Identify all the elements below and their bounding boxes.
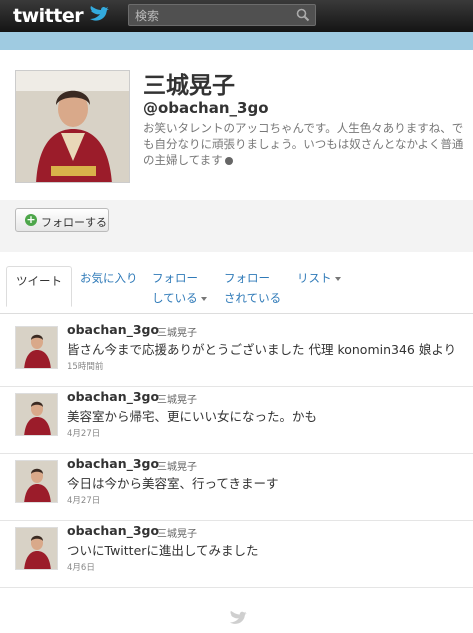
plus-icon: + [25, 213, 37, 226]
tweet-timestamp[interactable]: 4月27日 [67, 494, 100, 506]
twitter-logo[interactable]: twitter [13, 5, 84, 27]
tweet-avatar[interactable] [15, 393, 58, 436]
tweet-timestamp[interactable]: 4月27日 [67, 427, 100, 439]
tab-label: フォロー [152, 271, 198, 285]
tweet-fullname: 三城晃子 [157, 462, 197, 473]
follow-button-label: フォローする [41, 216, 107, 229]
tweet-item[interactable]: obachan_3go 三城晃子 今日は今から美容室、行ってきまーす 4月27日 [0, 454, 473, 521]
search-box [128, 4, 316, 26]
tweet-text: 皆さん今まで応援ありがとうございました 代理 konomin346 娘より [67, 342, 457, 357]
follow-button[interactable]: + フォローする [15, 208, 109, 232]
tab-label: お気に入り [80, 271, 138, 285]
profile-handle: @obachan_3go [143, 99, 269, 117]
tweet-fullname: 三城晃子 [157, 328, 197, 339]
tab-label: ツイート [16, 274, 62, 288]
tab-label-line2: されている [224, 291, 282, 305]
tab-tweets[interactable]: ツイート [6, 266, 72, 307]
top-bar: twitter [0, 0, 473, 32]
tweet-avatar[interactable] [15, 326, 58, 369]
chevron-down-icon [200, 296, 207, 301]
profile-avatar [15, 70, 130, 183]
profile-bio-text: お笑いタレントのアッコちゃんです。人生色々ありますね、でも自分なりに頑張りましょ… [143, 121, 464, 167]
tweet-item[interactable]: obachan_3go 三城晃子 美容室から帰宅、更にいい女になった。かも 4月… [0, 387, 473, 454]
tab-lists[interactable]: リスト [297, 268, 341, 288]
tweet-text: ついにTwitterに進出してみました [67, 543, 259, 558]
tweet-username[interactable]: obachan_3go [67, 389, 159, 404]
tweet-timestamp[interactable]: 15時間前 [67, 360, 103, 372]
tweet-username[interactable]: obachan_3go [67, 523, 159, 538]
action-bar: + フォローする [0, 200, 473, 252]
tab-following[interactable]: フォロー している [152, 268, 207, 308]
twitter-bird-icon [230, 610, 247, 624]
tweet-avatar[interactable] [15, 527, 58, 570]
tweet-text: 美容室から帰宅、更にいい女になった。かも [67, 409, 318, 424]
tweet-fullname: 三城晃子 [157, 395, 197, 406]
tweet-item[interactable]: obachan_3go 三城晃子 ついにTwitterに進出してみました 4月6… [0, 521, 473, 588]
tweet-text: 今日は今から美容室、行ってきまーす [67, 476, 279, 491]
globe-icon [224, 156, 233, 165]
twitter-bird-icon [90, 6, 109, 21]
chevron-down-icon [334, 276, 341, 281]
tweet-username[interactable]: obachan_3go [67, 322, 159, 337]
tweet-timestamp[interactable]: 4月6日 [67, 561, 95, 573]
tab-followers[interactable]: フォロー されている [224, 268, 281, 308]
profile-tabs: ツイート お気に入り フォロー している フォロー されている リスト [0, 262, 473, 314]
tab-label-line2: している [152, 291, 198, 305]
tab-label: フォロー [224, 271, 270, 285]
profile-bio: お笑いタレントのアッコちゃんです。人生色々ありますね、でも自分なりに頑張りましょ… [143, 120, 468, 168]
tweet-avatar[interactable] [15, 460, 58, 503]
tweet-fullname: 三城晃子 [157, 529, 197, 540]
tab-favorites[interactable]: お気に入り [80, 268, 138, 288]
profile-name: 三城晃子 [143, 73, 235, 99]
tab-label: リスト [297, 271, 332, 285]
tweet-item[interactable]: obachan_3go 三城晃子 皆さん今まで応援ありがとうございました 代理 … [0, 320, 473, 387]
search-icon[interactable] [296, 8, 310, 22]
search-input[interactable] [135, 8, 285, 23]
tweet-username[interactable]: obachan_3go [67, 456, 159, 471]
profile-banner [0, 32, 473, 50]
